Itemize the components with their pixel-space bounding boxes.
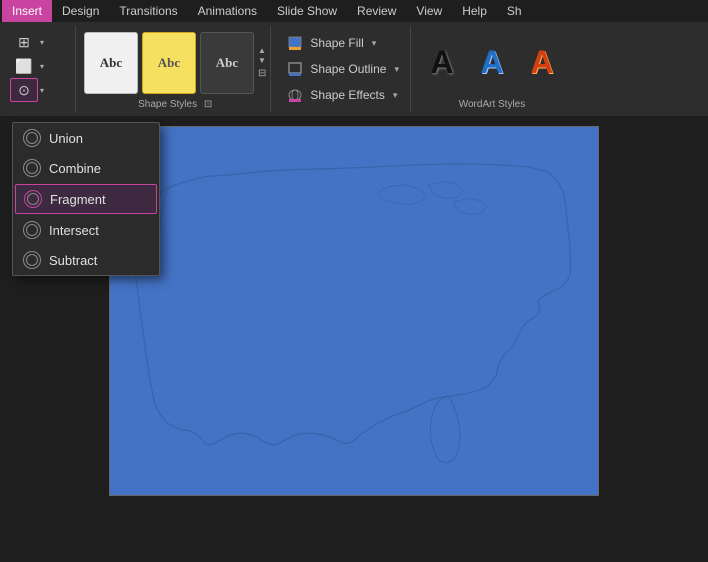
shape-fill-btn[interactable]: Shape Fill ▾ bbox=[281, 31, 404, 55]
shape-styles-label: Shape Styles ⊡ bbox=[84, 97, 266, 110]
slide-canvas[interactable] bbox=[109, 126, 599, 496]
shape-thumb-3[interactable]: Abc bbox=[200, 32, 254, 94]
shapes-icon-btn[interactable]: ⬜ bbox=[10, 54, 38, 78]
wordart-thumb-2[interactable]: A bbox=[469, 33, 515, 93]
merge-shapes-dropdown-menu: Union Combine Fragment Intersect Subtrac… bbox=[12, 122, 160, 276]
shape-effects-label: Shape Effects bbox=[310, 88, 385, 102]
insert-icon-group: ⊞ ▾ ⬜ ▾ ⊙ ▾ bbox=[6, 26, 76, 112]
tab-sh[interactable]: Sh bbox=[497, 0, 532, 22]
menu-item-combine[interactable]: Combine bbox=[13, 153, 159, 183]
wordart-group: A A A WordArt Styles bbox=[415, 26, 569, 112]
shape-outline-btn[interactable]: Shape Outline ▾ bbox=[281, 57, 404, 81]
shape-fill-label: Shape Fill bbox=[310, 36, 363, 50]
table-icon-btn[interactable]: ⊞ bbox=[10, 30, 38, 54]
subtract-icon bbox=[23, 251, 41, 269]
shape-styles-group: Abc Abc Abc ▲ ▼ ⊟ Shape Styles ⊡ bbox=[80, 26, 271, 112]
combine-icon bbox=[23, 159, 41, 177]
shape-thumbs: Abc Abc Abc ▲ ▼ ⊟ bbox=[84, 28, 266, 97]
shape-fill-icon bbox=[286, 34, 304, 52]
menu-item-fragment[interactable]: Fragment bbox=[15, 184, 157, 214]
shape-styles-expand[interactable]: ⊡ bbox=[204, 99, 212, 110]
union-icon bbox=[23, 129, 41, 147]
shape-effects-icon bbox=[286, 86, 304, 104]
menu-item-union[interactable]: Union bbox=[13, 123, 159, 153]
tab-animations[interactable]: Animations bbox=[188, 0, 267, 22]
usa-map-svg bbox=[110, 127, 598, 495]
combine-label: Combine bbox=[49, 161, 101, 176]
shape-options-group: Shape Fill ▾ Shape Outline ▾ Shape Ef bbox=[275, 26, 411, 112]
shape-effects-dropdown[interactable]: ▾ bbox=[393, 90, 398, 101]
tab-help[interactable]: Help bbox=[452, 0, 497, 22]
menu-item-subtract[interactable]: Subtract bbox=[13, 245, 159, 275]
intersect-label: Intersect bbox=[49, 223, 99, 238]
union-label: Union bbox=[49, 131, 83, 146]
icon-row-3: ⊙ ▾ bbox=[10, 78, 71, 102]
table-dropdown[interactable]: ▾ bbox=[40, 38, 44, 47]
tab-review[interactable]: Review bbox=[347, 0, 406, 22]
intersect-icon bbox=[23, 221, 41, 239]
tab-row: Insert Design Transitions Animations Sli… bbox=[0, 0, 708, 22]
shape-thumb-1[interactable]: Abc bbox=[84, 32, 138, 94]
shapes-dropdown[interactable]: ▾ bbox=[40, 62, 44, 71]
menu-item-intersect[interactable]: Intersect bbox=[13, 215, 159, 245]
merge-dropdown[interactable]: ▾ bbox=[40, 86, 44, 95]
thumb-scroll[interactable]: ▲ ▼ ⊟ bbox=[258, 47, 266, 79]
shape-outline-label: Shape Outline bbox=[310, 62, 386, 76]
icon-row-1: ⊞ ▾ bbox=[10, 30, 71, 54]
fragment-label: Fragment bbox=[50, 192, 106, 207]
tab-insert[interactable]: Insert bbox=[2, 0, 52, 22]
wordart-styles-label: WordArt Styles bbox=[419, 97, 565, 110]
ribbon-controls: ⊞ ▾ ⬜ ▾ ⊙ ▾ Abc Abc Abc ▲ ▼ ⊟ Shape Styl… bbox=[0, 22, 708, 116]
shape-outline-dropdown[interactable]: ▾ bbox=[394, 64, 399, 75]
icon-row-2: ⬜ ▾ bbox=[10, 54, 71, 78]
merge-shapes-icon-btn[interactable]: ⊙ bbox=[10, 78, 38, 102]
shape-outline-icon bbox=[286, 60, 304, 78]
shape-effects-btn[interactable]: Shape Effects ▾ bbox=[281, 83, 404, 107]
tab-transitions[interactable]: Transitions bbox=[109, 0, 187, 22]
tab-view[interactable]: View bbox=[406, 0, 452, 22]
shape-fill-dropdown[interactable]: ▾ bbox=[372, 38, 377, 49]
fragment-icon bbox=[24, 190, 42, 208]
subtract-label: Subtract bbox=[49, 253, 97, 268]
tab-slideshow[interactable]: Slide Show bbox=[267, 0, 347, 22]
wordart-thumbs: A A A bbox=[419, 28, 565, 97]
tab-design[interactable]: Design bbox=[52, 0, 109, 22]
wordart-thumb-3[interactable]: A bbox=[519, 33, 565, 93]
shape-thumb-2[interactable]: Abc bbox=[142, 32, 196, 94]
wordart-thumb-1[interactable]: A bbox=[419, 33, 465, 93]
